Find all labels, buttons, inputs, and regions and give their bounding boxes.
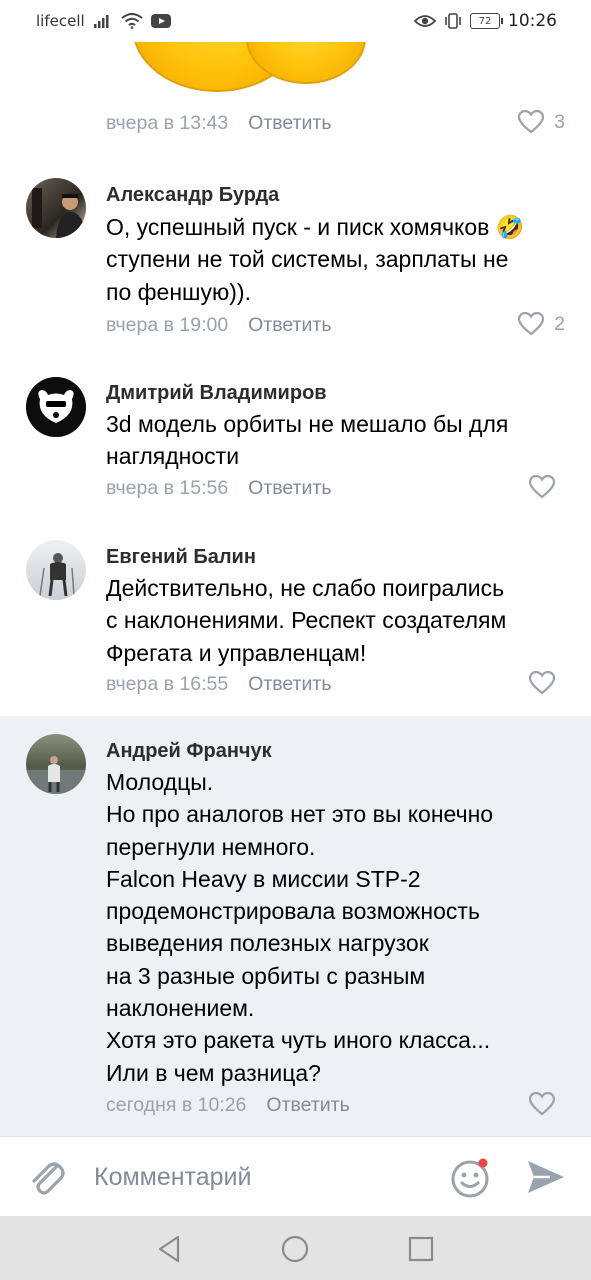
comment-meta: вчера в 15:56 Ответить — [106, 477, 332, 500]
comment-text: 3d модель орбиты не мешало бы для нагляд… — [106, 411, 509, 470]
comment-author[interactable]: Александр Бурда — [106, 184, 279, 207]
clock: 10:26 — [508, 11, 557, 31]
carrier-label: lifecell — [36, 12, 85, 30]
system-navigation-bar — [0, 1216, 591, 1280]
vibrate-icon — [445, 13, 461, 29]
comment-meta: вчера в 16:55 Ответить — [106, 673, 332, 696]
paperclip-icon[interactable] — [26, 1155, 66, 1199]
reply-button[interactable]: Ответить — [266, 1094, 349, 1117]
back-icon[interactable] — [152, 1232, 186, 1266]
comment-time: вчера в 13:43 — [106, 112, 229, 134]
comment-text: Действительно, не слабо поигрались с нак… — [106, 575, 507, 666]
comment-text: О, успешный пуск - и писк хомячков 🤣 сту… — [106, 214, 525, 305]
heart-icon — [529, 1092, 555, 1116]
comment-footer: вчера в 19:00 Ответить 2 — [0, 304, 591, 344]
like-button[interactable] — [529, 671, 565, 695]
comment-time: вчера в 19:00 — [106, 314, 229, 336]
comment-meta: сегодня в 10:26 Ответить — [106, 1094, 350, 1117]
reply-button[interactable]: Ответить — [248, 314, 331, 337]
like-count: 2 — [554, 312, 565, 335]
reply-button[interactable]: Ответить — [248, 112, 331, 135]
avatar[interactable] — [26, 734, 86, 794]
like-button[interactable] — [529, 475, 565, 499]
notification-dot — [478, 1158, 488, 1168]
send-icon[interactable] — [524, 1155, 568, 1199]
reply-button[interactable]: Ответить — [248, 477, 331, 500]
home-icon[interactable] — [278, 1232, 312, 1266]
heart-icon — [518, 312, 545, 336]
comment-author[interactable]: Евгений Балин — [106, 546, 256, 569]
signal-icon — [93, 15, 109, 28]
recents-icon[interactable] — [404, 1232, 438, 1266]
comment-item: Евгений Балин Действительно, не слабо по… — [0, 526, 591, 714]
sticker-image — [0, 42, 591, 102]
avatar[interactable] — [26, 178, 86, 238]
like-button[interactable] — [529, 1092, 565, 1116]
comment-time: вчера в 16:55 — [106, 673, 229, 695]
like-button[interactable]: 3 — [518, 110, 565, 134]
comment-composer — [0, 1136, 591, 1216]
avatar-photo — [39, 553, 75, 597]
heart-icon — [529, 475, 555, 499]
comment-meta: вчера в 19:00 Ответить — [106, 314, 332, 337]
eye-icon — [414, 15, 436, 27]
comments-feed[interactable]: вчера в 13:43 Ответить 3 Александр Бурда… — [0, 42, 591, 1136]
avatar[interactable] — [26, 377, 86, 437]
avatar-photo — [26, 756, 86, 794]
like-count: 3 — [554, 110, 565, 133]
smile-icon[interactable] — [448, 1155, 492, 1199]
comment-input[interactable] — [94, 1157, 424, 1197]
comment-meta: вчера в 13:43 Ответить — [106, 112, 332, 135]
comment-author[interactable]: Дмитрий Владимиров — [106, 382, 327, 405]
battery-indicator: 72 — [470, 13, 503, 29]
comment-item-highlighted: Андрей Франчук Молодцы. Но про аналогов … — [0, 716, 591, 1136]
youtube-icon — [150, 14, 171, 28]
heart-icon — [529, 671, 555, 695]
comment-text: Молодцы. Но про аналогов нет это вы коне… — [106, 769, 494, 1086]
reply-button[interactable]: Ответить — [248, 673, 331, 696]
avatar-photo — [32, 188, 86, 238]
comment-time: вчера в 15:56 — [106, 477, 229, 499]
avatar-photo — [26, 377, 86, 437]
heart-icon — [518, 110, 545, 134]
comment-item: Дмитрий Владимиров 3d модель орбиты не м… — [0, 362, 591, 512]
comment-time: сегодня в 10:26 — [106, 1094, 247, 1116]
avatar[interactable] — [26, 540, 86, 600]
comment-author[interactable]: Андрей Франчук — [106, 740, 272, 763]
previous-comment-footer: вчера в 13:43 Ответить 3 — [0, 102, 591, 162]
like-button[interactable]: 2 — [518, 312, 565, 336]
wifi-icon — [121, 13, 143, 29]
status-bar: lifecell 72 10:26 — [0, 0, 591, 42]
